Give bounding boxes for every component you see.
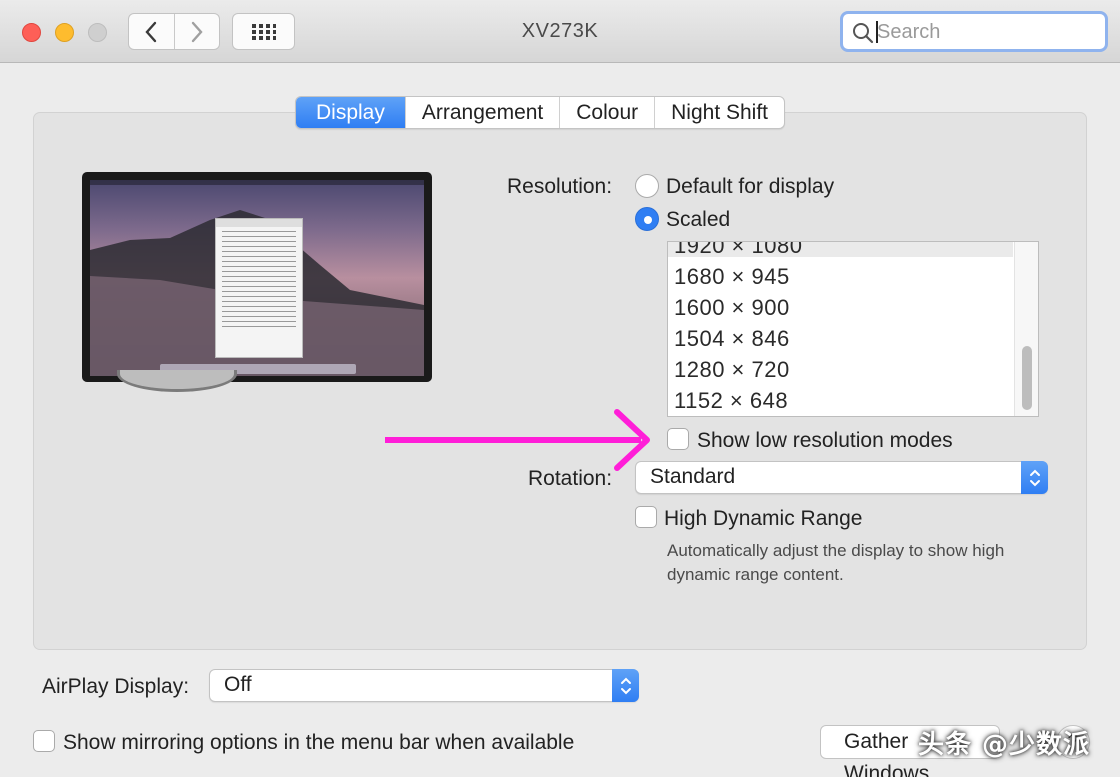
radio-scaled[interactable] [635,207,659,231]
forward-button[interactable] [173,14,220,49]
tab-bar: Display Arrangement Colour Night Shift [295,96,786,129]
close-window-button[interactable] [22,23,41,42]
scrollbar-thumb[interactable] [1022,346,1032,410]
low-resolution-label: Show low resolution modes [697,429,953,452]
tab-colour[interactable]: Colour [559,97,654,128]
list-item[interactable]: 1280 × 720 [674,357,790,383]
rotation-stepper[interactable] [1021,461,1048,494]
mirroring-checkbox[interactable] [33,730,55,752]
airplay-value: Off [224,673,252,696]
back-forward-group [128,13,220,50]
monitor-preview [82,172,432,382]
rotation-select[interactable]: Standard [635,461,1048,494]
zoom-window-button[interactable] [88,23,107,42]
scaled-resolution-list[interactable]: 1920 × 1080 1680 × 945 1600 × 900 1504 ×… [667,241,1039,417]
hdr-label: High Dynamic Range [664,507,863,530]
chevron-updown-icon [1029,469,1040,486]
back-button[interactable] [129,14,174,49]
tab-display[interactable]: Display [296,97,405,128]
list-scrollbar[interactable] [1014,242,1038,416]
rotation-label: Rotation: [528,467,613,490]
airplay-select[interactable]: Off [209,669,639,702]
list-item[interactable]: 1680 × 945 [674,264,790,290]
chevron-right-icon [191,21,203,42]
hdr-description: Automatically adjust the display to show… [667,541,1005,584]
list-item[interactable]: 1920 × 1080 [674,242,802,259]
default-for-display-label: Default for display [666,175,835,198]
resolution-label: Resolution: [507,175,613,198]
annotation-arrow [385,409,650,471]
monitor-bezel [82,172,432,382]
search-input[interactable] [877,20,1097,44]
search-field[interactable] [840,11,1108,52]
airplay-label: AirPlay Display: [42,675,190,698]
rotation-value: Standard [650,465,736,488]
desktop-wallpaper [90,180,424,376]
window-title: XV273K [521,20,599,42]
list-item[interactable]: 1600 × 900 [674,295,790,321]
scaled-label: Scaled [666,208,731,231]
preview-document-window [215,218,303,358]
chevron-updown-icon [620,677,631,694]
mirroring-label: Show mirroring options in the menu bar w… [63,731,575,754]
list-item[interactable]: 1152 × 648 [674,388,788,414]
tab-night-shift[interactable]: Night Shift [654,97,784,128]
grid-icon [251,23,276,40]
search-icon [853,23,874,44]
chevron-left-icon [145,21,157,42]
radio-default-for-display[interactable] [635,174,659,198]
tab-arrangement[interactable]: Arrangement [404,97,559,128]
hdr-checkbox[interactable] [635,506,657,528]
list-item[interactable]: 1504 × 846 [674,326,790,352]
airplay-stepper[interactable] [612,669,639,702]
show-all-button[interactable] [232,13,295,50]
minimize-window-button[interactable] [55,23,74,42]
watermark: 头条 @少数派 [918,730,1091,760]
title-bar: XV273K [0,0,1120,63]
low-resolution-checkbox[interactable] [667,428,689,450]
